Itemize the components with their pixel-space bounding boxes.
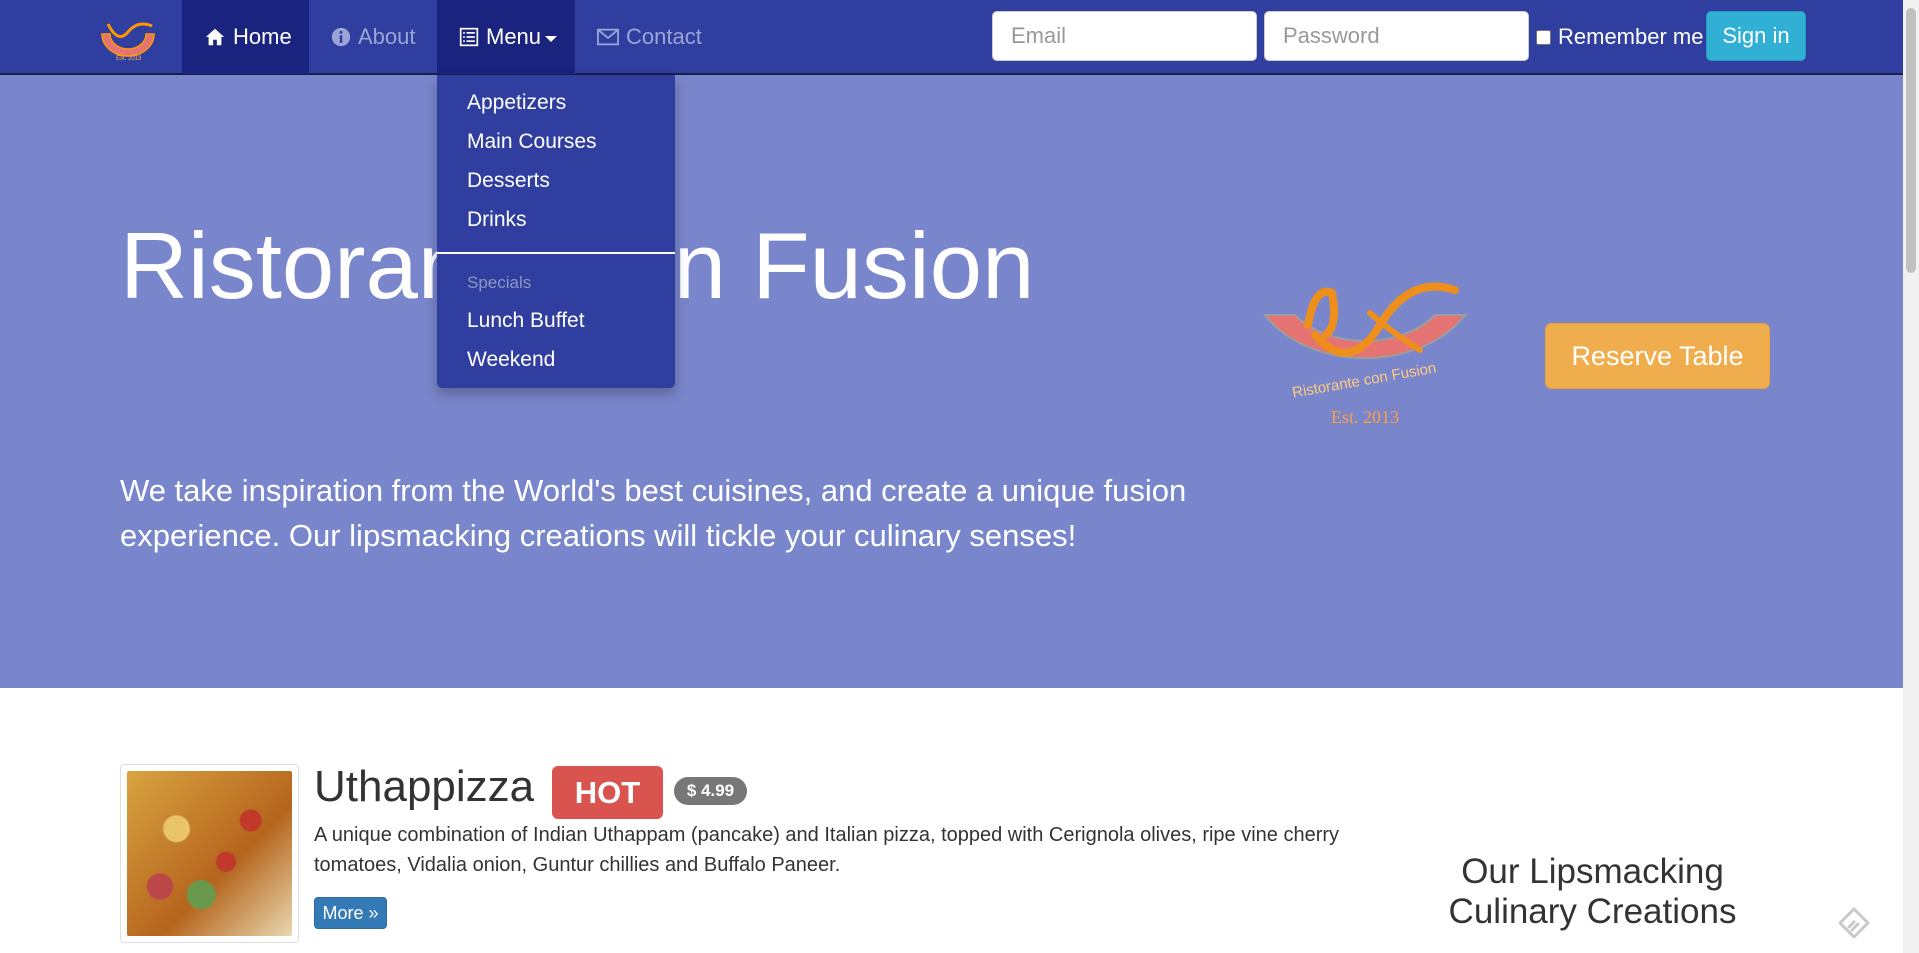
restaurant-logo: Ristorante con Fusion Est. 2013: [1262, 282, 1468, 427]
scrollbar-thumb[interactable]: [1906, 8, 1916, 273]
dropdown-item-desserts[interactable]: Desserts: [467, 169, 550, 193]
list-icon: [459, 27, 479, 47]
dropdown-header-specials: Specials: [467, 273, 532, 292]
nav-home-label: Home: [233, 24, 292, 49]
nav-about-label: About: [358, 24, 416, 49]
menu-dropdown: Appetizers Main Courses Desserts Drinks …: [437, 75, 675, 388]
dropdown-item-main-courses[interactable]: Main Courses: [467, 130, 597, 154]
dropdown-divider: [437, 252, 675, 254]
remember-me-checkbox[interactable]: [1536, 29, 1551, 45]
nav-contact-label: Contact: [626, 24, 702, 49]
dropdown-item-weekend[interactable]: Weekend: [467, 348, 555, 372]
price-badge: $ 4.99: [674, 777, 747, 805]
envelope-icon: [597, 28, 619, 46]
side-heading: Our Lipsmacking Culinary Creations: [1448, 852, 1737, 931]
logo-text: Ristorante con Fusion: [1291, 360, 1438, 402]
info-icon: [331, 27, 351, 47]
brand-logo[interactable]: Est. 2013: [94, 14, 162, 64]
remember-me-label: Remember me: [1558, 24, 1704, 49]
dish-name: Uthappizza: [314, 762, 535, 811]
dropdown-item-drinks[interactable]: Drinks: [467, 208, 527, 232]
more-button[interactable]: More »: [314, 897, 387, 929]
dropdown-item-lunch-buffet[interactable]: Lunch Buffet: [467, 309, 585, 333]
hero-description: We take inspiration from the World's bes…: [120, 473, 1187, 553]
hero-jumbotron: Ristorante con Fusion We take inspiratio…: [0, 75, 1903, 688]
nav-menu-label: Menu: [486, 24, 542, 49]
reserve-table-button[interactable]: Reserve Table: [1545, 323, 1770, 389]
hot-badge: HOT: [552, 766, 663, 819]
caret-down-icon: [545, 36, 558, 42]
logo-est: Est. 2013: [1331, 407, 1399, 427]
dropdown-item-appetizers[interactable]: Appetizers: [467, 91, 566, 115]
svg-text:Est. 2013: Est. 2013: [116, 56, 142, 62]
remember-me[interactable]: Remember me: [1536, 24, 1703, 50]
home-icon: [204, 26, 226, 48]
feedly-icon[interactable]: [1836, 905, 1872, 941]
uthappizza-image: [127, 771, 292, 936]
dish-thumbnail[interactable]: [120, 764, 299, 943]
nav-home[interactable]: Home: [182, 0, 309, 74]
navbar: Est. 2013 Home About Menu Contact Rememb…: [0, 0, 1903, 75]
sign-in-button[interactable]: Sign in: [1706, 11, 1806, 61]
dish-description: A unique combination of Indian Uthappam …: [314, 824, 1340, 876]
nav-menu-dropdown-toggle[interactable]: Menu: [437, 0, 575, 74]
email-field[interactable]: [992, 11, 1257, 61]
nav-contact[interactable]: Contact: [575, 0, 715, 74]
password-field[interactable]: [1264, 11, 1529, 61]
nav-about[interactable]: About: [309, 0, 437, 74]
